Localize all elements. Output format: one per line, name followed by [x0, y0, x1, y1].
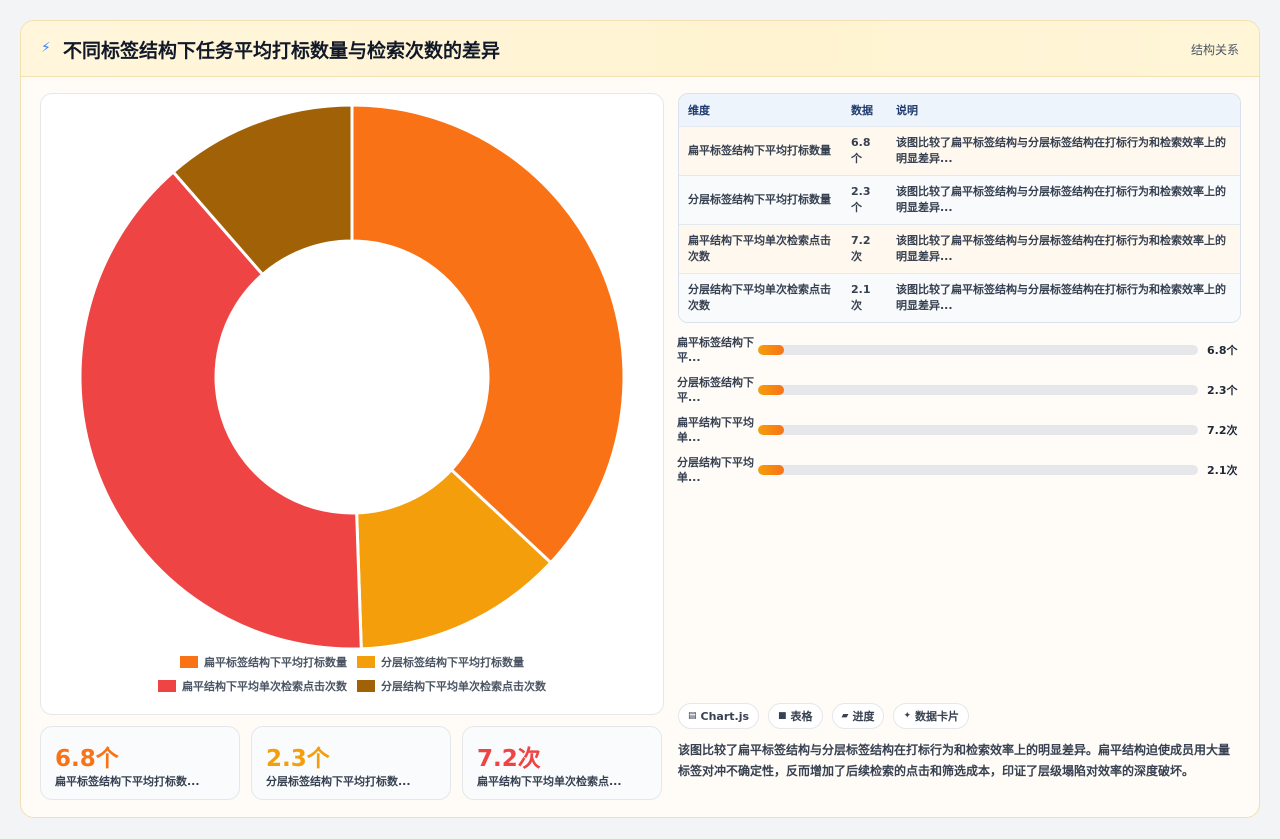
- card-header: ⚡ 不同标签结构下任务平均打标数量与检索次数的差异 结构关系: [21, 21, 1259, 77]
- table-header-row: 维度 数据 说明: [679, 94, 1240, 126]
- legend-label: 扁平结构下平均单次检索点击次数: [182, 680, 347, 693]
- chart-card: ⚡ 不同标签结构下任务平均打标数量与检索次数的差异 结构关系 扁平标签结构下平均…: [20, 20, 1260, 818]
- progress-row: 扁平结构下平均单... 7.2次: [677, 413, 1241, 447]
- kpi-value: 7.2次: [477, 746, 541, 772]
- kpi-value: 2.3个: [266, 746, 330, 772]
- kpi-card: 6.8个 扁平标签结构下平均打标数...: [40, 726, 240, 800]
- table-cell: 6.8个: [842, 125, 887, 175]
- page-title: 不同标签结构下任务平均打标数量与检索次数的差异: [63, 40, 501, 62]
- legend-item[interactable]: 分层结构下平均单次检索点击次数: [357, 678, 546, 694]
- progress-label: 分层结构下平均单...: [677, 456, 754, 484]
- chip-progress[interactable]: ▰ 进度: [831, 703, 885, 729]
- doughnut-chart: [78, 103, 626, 651]
- chart-legend: 扁平标签结构下平均打标数量 分层标签结构下平均打标数量 扁平结构下平均单次检索点击…: [41, 654, 663, 702]
- table-cell: 分层结构下平均单次检索点击次数: [679, 272, 842, 322]
- chip-chartjs[interactable]: ▤ Chart.js: [678, 703, 760, 729]
- chart-icon: ▤: [688, 711, 697, 721]
- chip-label: 表格: [790, 710, 813, 723]
- progress-fill: [758, 385, 785, 395]
- table-cell: 扁平结构下平均单次检索点击次数: [679, 223, 842, 273]
- progress-value: 7.2次: [1207, 424, 1238, 437]
- legend-swatch: [180, 656, 198, 668]
- progress-track: [758, 345, 1198, 355]
- lightning-icon: ⚡: [41, 40, 51, 56]
- kpi-label: 扁平标签结构下平均打标数...: [55, 775, 200, 788]
- legend-item[interactable]: 扁平结构下平均单次检索点击次数: [158, 678, 347, 694]
- legend-swatch: [357, 680, 375, 692]
- progress-track: [758, 385, 1198, 395]
- progress-label: 扁平标签结构下平...: [677, 336, 754, 364]
- kpi-card: 7.2次 扁平结构下平均单次检索点...: [462, 726, 662, 800]
- feature-chips: ▤ Chart.js ■ 表格 ▰ 进度 ✦ 数据卡片: [678, 703, 970, 729]
- table-icon: ■: [778, 711, 787, 721]
- kpi-cards: 6.8个 扁平标签结构下平均打标数... 2.3个 分层标签结构下平均打标数..…: [40, 726, 664, 800]
- kpi-value: 6.8个: [55, 746, 119, 772]
- table-row: 分层结构下平均单次检索点击次数 2.1次 该图比较了扁平标签结构与分层标签结构在…: [679, 272, 1240, 322]
- chip-label: 数据卡片: [915, 710, 960, 723]
- summary-text: 该图比较了扁平标签结构与分层标签结构在打标行为和检索效率上的明显差异。扁平结构迫…: [678, 743, 1231, 778]
- progress-row: 分层标签结构下平... 2.3个: [677, 373, 1241, 407]
- chip-label: 进度: [852, 710, 875, 723]
- legend-item[interactable]: 分层标签结构下平均打标数量: [357, 654, 524, 670]
- chip-data-card[interactable]: ✦ 数据卡片: [893, 703, 970, 729]
- table-row: 扁平标签结构下平均打标数量 6.8个 该图比较了扁平标签结构与分层标签结构在打标…: [679, 125, 1240, 175]
- progress-icon: ▰: [841, 711, 849, 721]
- table-cell: 该图比较了扁平标签结构与分层标签结构在打标行为和检索效率上的明显差异...: [887, 223, 1240, 273]
- progress-track: [758, 465, 1198, 475]
- table-cell: 扁平标签结构下平均打标数量: [679, 125, 842, 175]
- data-table: 维度 数据 说明 扁平标签结构下平均打标数量 6.8个 该图比较了扁平标签结构与…: [678, 93, 1241, 323]
- card-icon: ✦: [903, 711, 912, 721]
- column-header: 说明: [896, 103, 918, 117]
- column-header: 数据: [851, 103, 873, 117]
- progress-fill: [758, 465, 785, 475]
- legend-label: 扁平标签结构下平均打标数量: [204, 656, 347, 669]
- progress-value: 2.3个: [1207, 384, 1238, 397]
- kpi-label: 扁平结构下平均单次检索点...: [477, 775, 622, 788]
- table-cell: 2.1次: [842, 272, 887, 322]
- table-cell: 该图比较了扁平标签结构与分层标签结构在打标行为和检索效率上的明显差异...: [887, 125, 1240, 175]
- table-cell: 该图比较了扁平标签结构与分层标签结构在打标行为和检索效率上的明显差异...: [887, 272, 1240, 322]
- legend-item[interactable]: 扁平标签结构下平均打标数量: [180, 654, 347, 670]
- table-row: 扁平结构下平均单次检索点击次数 7.2次 该图比较了扁平标签结构与分层标签结构在…: [679, 223, 1240, 273]
- doughnut-slice[interactable]: [350, 103, 626, 565]
- table-cell: 2.3个: [842, 174, 887, 224]
- kpi-label: 分层标签结构下平均打标数...: [266, 775, 411, 788]
- progress-row: 扁平标签结构下平... 6.8个: [677, 333, 1241, 367]
- table-row: 分层标签结构下平均打标数量 2.3个 该图比较了扁平标签结构与分层标签结构在打标…: [679, 174, 1240, 224]
- progress-value: 2.1次: [1207, 464, 1238, 477]
- legend-swatch: [158, 680, 176, 692]
- progress-track: [758, 425, 1198, 435]
- progress-fill: [758, 345, 785, 355]
- kpi-card: 2.3个 分层标签结构下平均打标数...: [251, 726, 451, 800]
- column-header: 维度: [688, 103, 710, 117]
- table-cell: 分层标签结构下平均打标数量: [679, 174, 842, 224]
- legend-label: 分层标签结构下平均打标数量: [381, 656, 524, 669]
- progress-fill: [758, 425, 785, 435]
- category-tag: 结构关系: [1190, 43, 1239, 57]
- progress-label: 分层标签结构下平...: [677, 376, 754, 404]
- progress-value: 6.8个: [1207, 344, 1238, 357]
- legend-swatch: [357, 656, 375, 668]
- table-cell: 该图比较了扁平标签结构与分层标签结构在打标行为和检索效率上的明显差异...: [887, 174, 1240, 224]
- progress-row: 分层结构下平均单... 2.1次: [677, 453, 1241, 487]
- table-cell: 7.2次: [842, 223, 887, 273]
- chip-table[interactable]: ■ 表格: [768, 703, 823, 729]
- legend-label: 分层结构下平均单次检索点击次数: [381, 680, 546, 693]
- progress-label: 扁平结构下平均单...: [677, 416, 754, 444]
- chip-label: Chart.js: [700, 709, 750, 723]
- doughnut-chart-panel: 扁平标签结构下平均打标数量 分层标签结构下平均打标数量 扁平结构下平均单次检索点击…: [40, 93, 664, 715]
